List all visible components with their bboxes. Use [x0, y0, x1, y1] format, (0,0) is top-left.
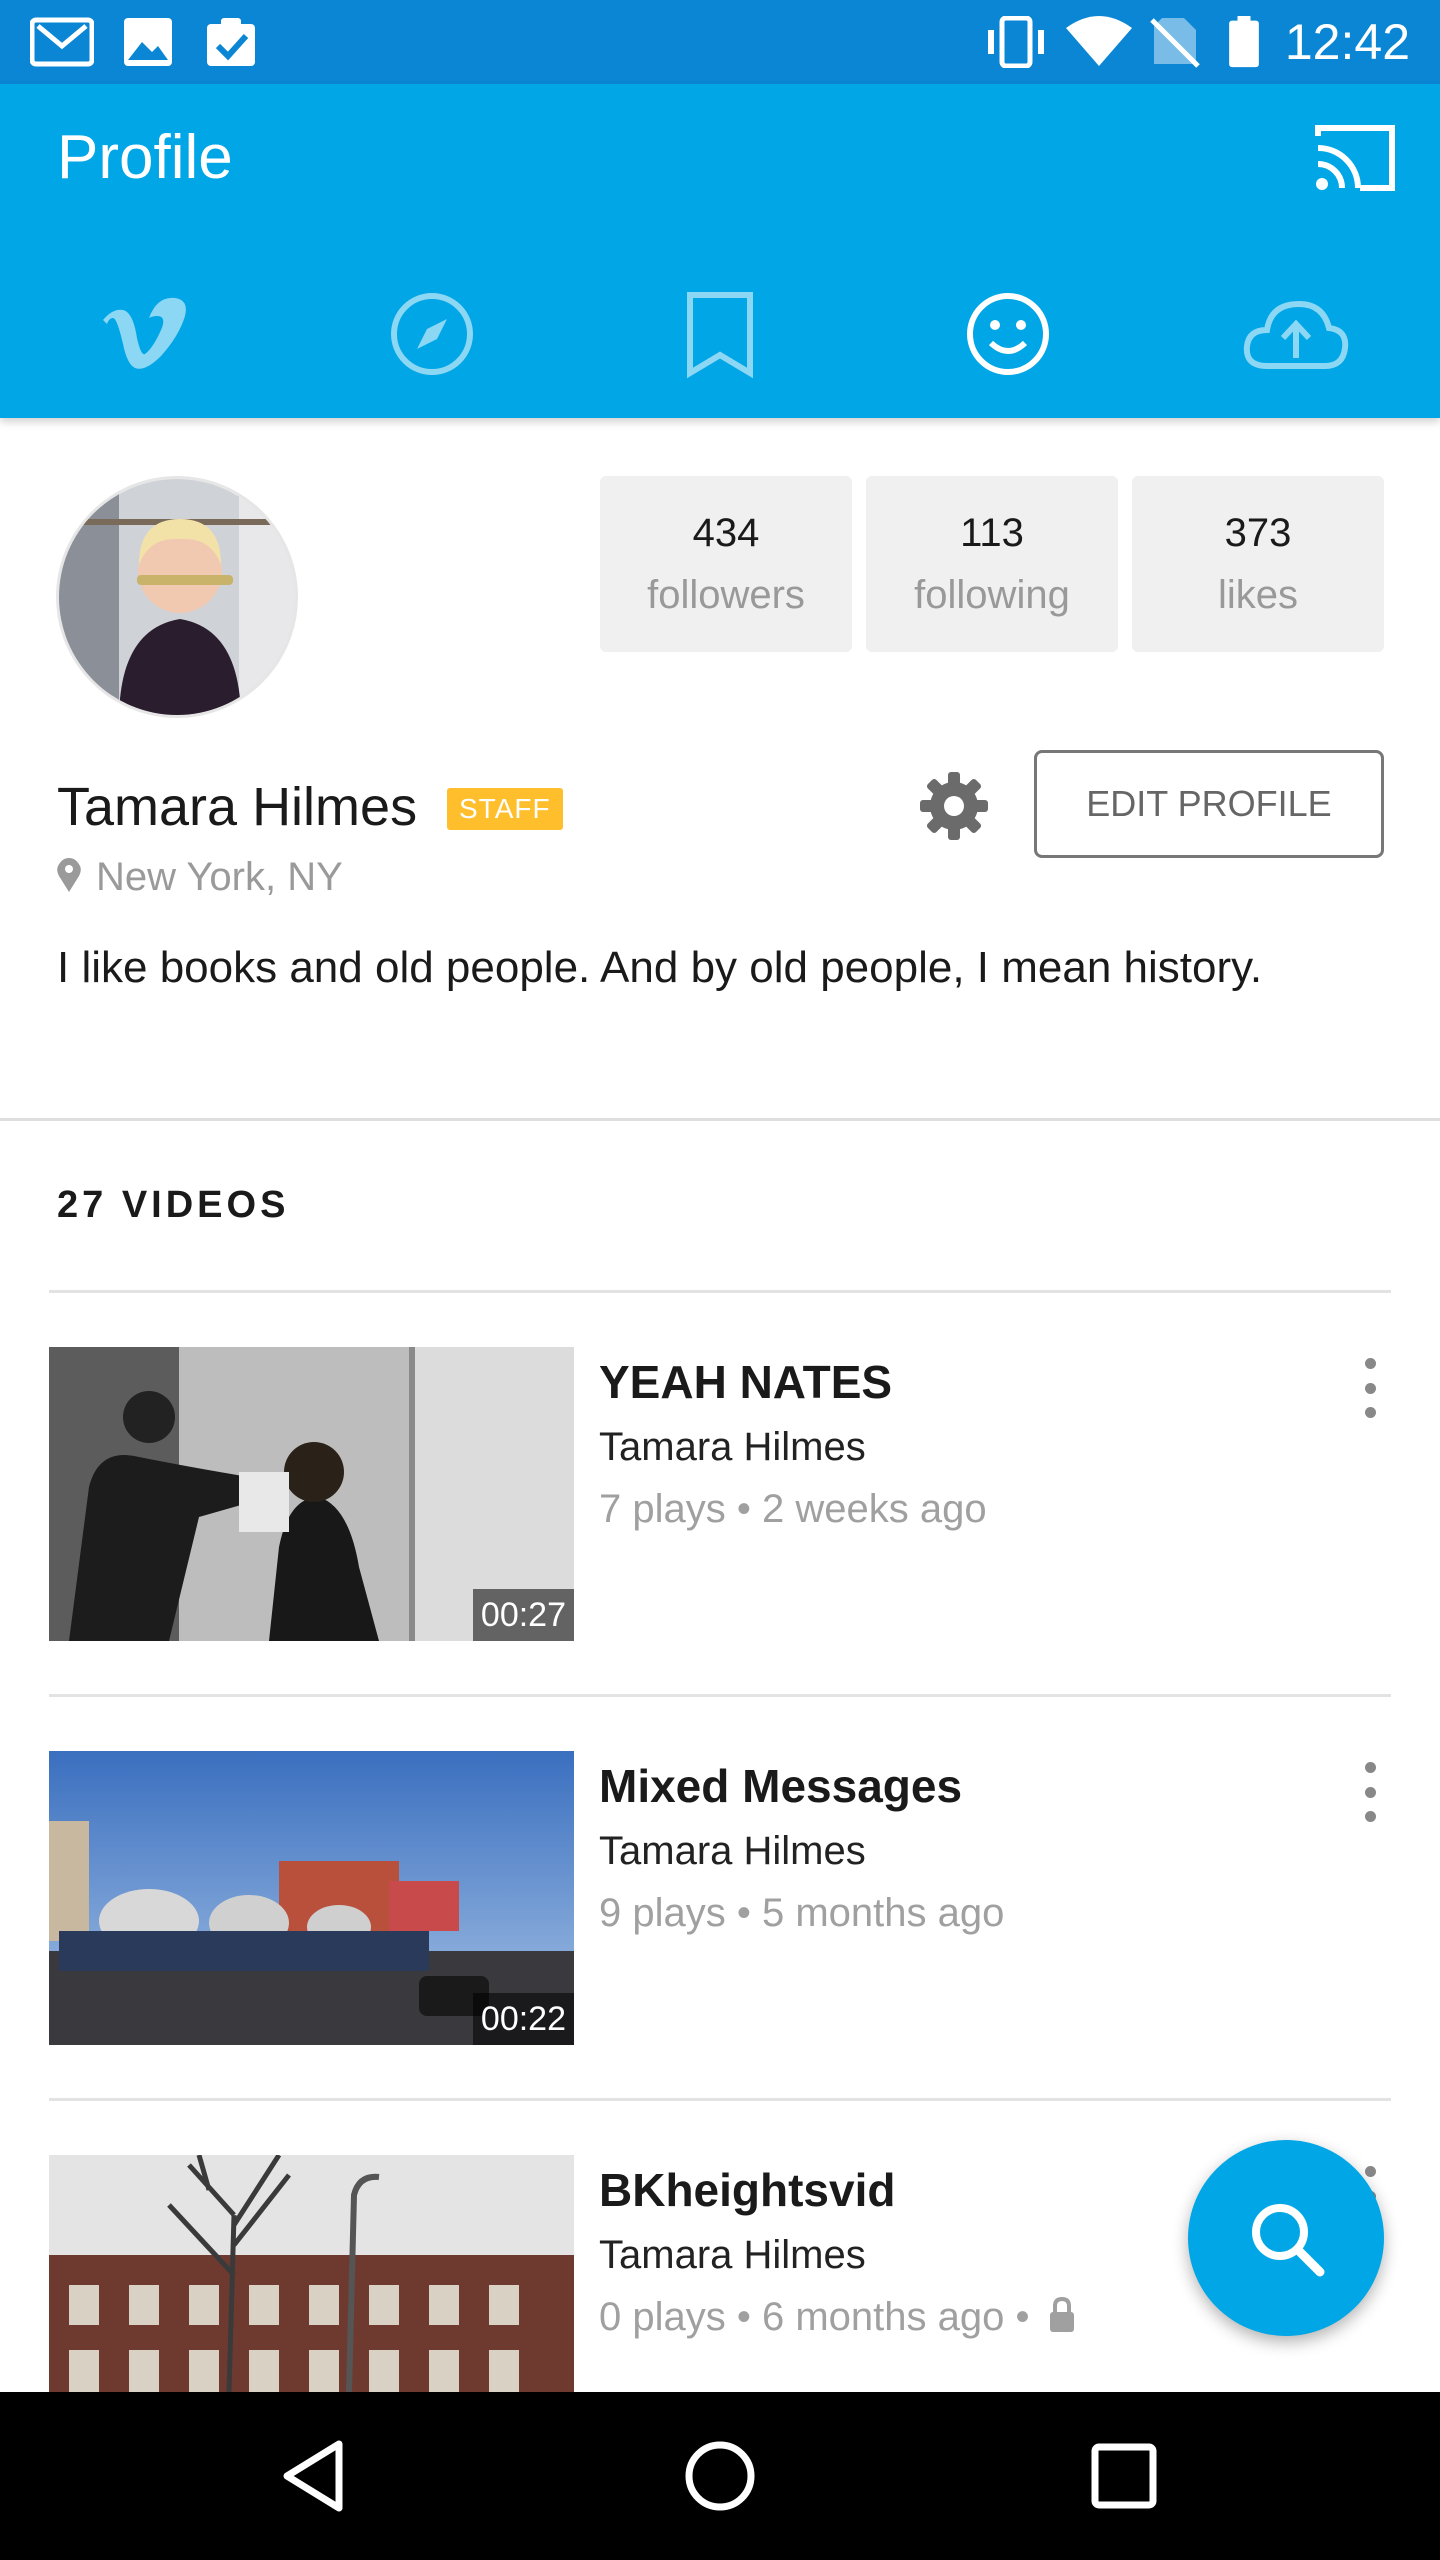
page-title: Profile	[57, 123, 233, 192]
battery-icon	[1229, 16, 1259, 68]
nav-back-button[interactable]	[254, 2416, 374, 2536]
video-thumbnail-image	[49, 2155, 574, 2392]
video-thumbnail[interactable]: 00:27	[49, 1347, 574, 1641]
video-author[interactable]: Tamara Hilmes	[599, 1826, 866, 1876]
avatar-photo	[59, 479, 295, 715]
tab-profile[interactable]	[864, 264, 1152, 404]
smiley-icon	[967, 293, 1049, 375]
video-meta-text: 0 plays • 6 months ago •	[599, 2295, 1030, 2339]
back-icon	[283, 2440, 343, 2512]
video-title[interactable]: BKheightsvid	[599, 2160, 895, 2220]
status-clock: 12:42	[1284, 14, 1410, 70]
followers-label: followers	[647, 573, 805, 617]
gear-icon	[920, 772, 988, 840]
more-vert-icon	[1364, 1358, 1376, 1369]
vimeo-icon	[103, 297, 186, 369]
list-divider	[49, 2098, 1391, 2101]
user-bio: I like books and old people. And by old …	[57, 943, 1263, 992]
system-nav-bar	[0, 2392, 1440, 2560]
tab-vimeo-home[interactable]	[0, 264, 288, 404]
avatar[interactable]	[56, 476, 298, 718]
gmail-icon	[30, 17, 94, 67]
more-vert-icon	[1364, 2166, 1376, 2177]
followers-stat[interactable]: 434 followers	[600, 476, 852, 652]
user-name: Tamara Hilmes	[57, 777, 418, 837]
more-options-button[interactable]	[1350, 1762, 1390, 1822]
staff-badge: STAFF	[447, 788, 563, 830]
tab-upload[interactable]	[1152, 264, 1440, 404]
list-divider	[49, 1694, 1391, 1697]
following-label: following	[914, 573, 1070, 617]
compass-icon	[391, 293, 473, 375]
cast-icon	[1315, 125, 1395, 191]
cloud-upload-icon	[1243, 300, 1349, 369]
tab-watch-later[interactable]	[576, 264, 864, 404]
video-title[interactable]: YEAH NATES	[599, 1352, 892, 1412]
likes-stat[interactable]: 373 likes	[1132, 476, 1384, 652]
recents-icon	[1091, 2443, 1157, 2509]
no-sim-icon	[1150, 18, 1200, 68]
edit-profile-button[interactable]: EDIT PROFILE	[1034, 750, 1384, 858]
videos-count-header: 27 VIDEOS	[57, 1184, 290, 1226]
cast-button[interactable]	[1310, 118, 1400, 198]
image-icon	[124, 18, 172, 66]
video-title[interactable]: Mixed Messages	[599, 1756, 962, 1816]
likes-label: likes	[1217, 573, 1299, 617]
video-meta: 7 plays • 2 weeks ago	[599, 1487, 987, 1531]
likes-count: 373	[1224, 511, 1292, 555]
more-options-button[interactable]	[1350, 1358, 1390, 1418]
search-fab[interactable]	[1188, 2140, 1384, 2336]
lock-icon	[1049, 2296, 1074, 2332]
following-stat[interactable]: 113 following	[866, 476, 1118, 652]
list-divider	[49, 1290, 1391, 1293]
bookmark-icon	[687, 292, 753, 379]
video-duration: 00:22	[472, 1993, 574, 2045]
user-location: New York, NY	[96, 855, 343, 899]
status-bar: 12:42	[0, 0, 1440, 84]
nav-home-button[interactable]	[660, 2416, 780, 2536]
section-divider	[0, 1118, 1440, 1121]
video-meta: 0 plays • 6 months ago •	[599, 2292, 1077, 2342]
settings-button[interactable]	[918, 770, 990, 842]
video-duration: 00:27	[472, 1589, 574, 1641]
more-vert-icon	[1364, 1762, 1376, 1773]
wifi-icon	[1066, 16, 1132, 66]
video-author[interactable]: Tamara Hilmes	[599, 2230, 866, 2280]
clipboard-check-icon	[207, 18, 255, 66]
nav-recents-button[interactable]	[1064, 2416, 1184, 2536]
app-bar: Profile	[0, 84, 1440, 418]
video-thumbnail[interactable]	[49, 2155, 574, 2392]
location-pin-icon	[57, 858, 81, 892]
tab-explore[interactable]	[288, 264, 576, 404]
video-author[interactable]: Tamara Hilmes	[599, 1422, 866, 1472]
vibrate-icon	[988, 16, 1044, 68]
home-icon	[685, 2441, 755, 2511]
video-thumbnail[interactable]: 00:22	[49, 1751, 574, 2045]
video-meta: 9 plays • 5 months ago	[599, 1891, 1005, 1935]
followers-count: 434	[692, 511, 760, 555]
search-icon	[1252, 2204, 1325, 2277]
following-count: 113	[960, 511, 1024, 555]
